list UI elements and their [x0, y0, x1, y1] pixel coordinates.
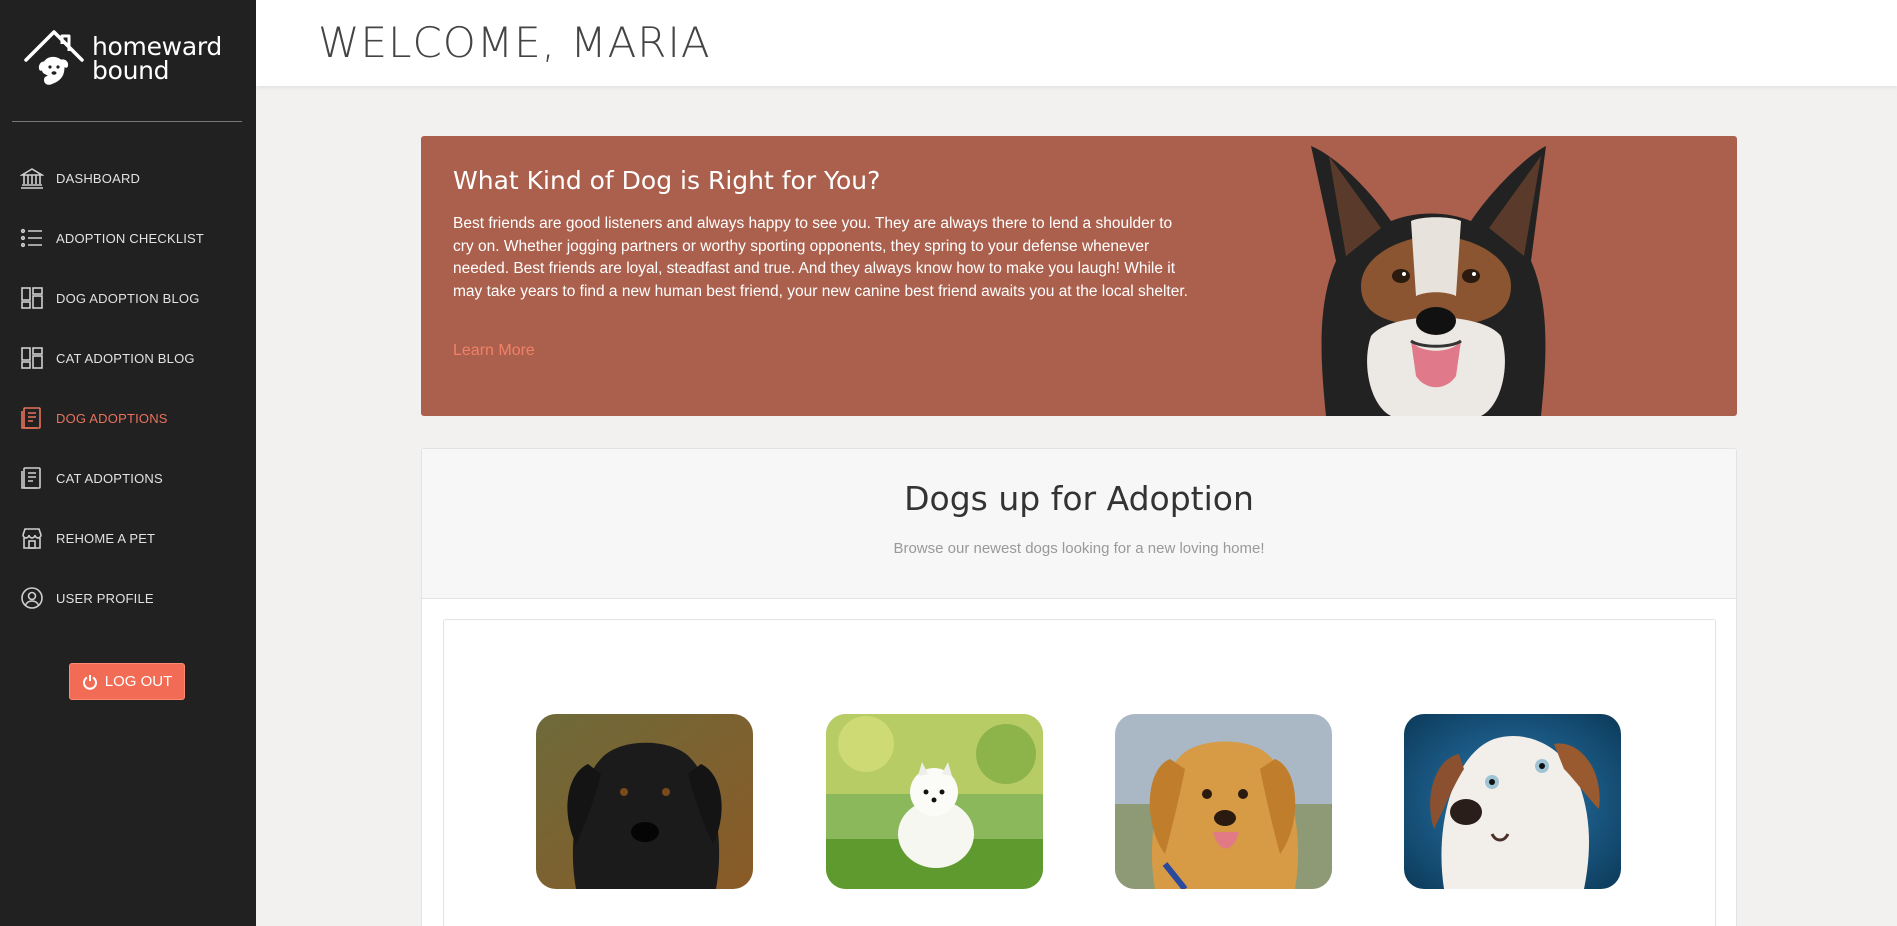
sidebar-item-label: DOG ADOPTIONS — [56, 410, 168, 426]
hero-dog-image — [1311, 146, 1546, 416]
sidebar-item-cat-adoptions[interactable]: CAT ADOPTIONS — [0, 448, 256, 508]
dashboard-grid-icon — [20, 286, 44, 310]
document-icon — [20, 466, 44, 490]
top-header: WELCOME, MARIA — [256, 0, 1897, 86]
brand-name: homeward bound — [92, 34, 222, 85]
sidebar-item-label: CAT ADOPTION BLOG — [56, 350, 195, 366]
sidebar-item-label: DOG ADOPTION BLOG — [56, 290, 200, 306]
power-icon — [82, 674, 97, 690]
learn-more-link[interactable]: Learn More — [453, 342, 535, 360]
logout-button[interactable]: LOG OUT — [69, 663, 185, 700]
sidebar: homeward bound DASHBOARD ADOPTION CHECKL… — [0, 0, 256, 926]
sidebar-item-cat-adoption-blog[interactable]: CAT ADOPTION BLOG — [0, 328, 256, 388]
sidebar-item-label: USER PROFILE — [56, 590, 154, 606]
sidebar-divider — [12, 121, 242, 122]
shop-icon — [20, 526, 44, 550]
page-title: WELCOME, MARIA — [318, 18, 711, 67]
house-dog-logo-icon — [24, 30, 84, 85]
sidebar-item-label: REHOME A PET — [56, 530, 156, 546]
sidebar-item-adoption-checklist[interactable]: ADOPTION CHECKLIST — [0, 208, 256, 268]
document-icon — [20, 406, 44, 430]
dog-photo-surprised-dog[interactable] — [1404, 714, 1621, 889]
dog-photo-black-lab[interactable] — [536, 714, 753, 889]
list-icon — [20, 226, 44, 250]
sidebar-item-label: CAT ADOPTIONS — [56, 470, 163, 486]
dog-photo-golden-puppy[interactable] — [1115, 714, 1332, 889]
sidebar-item-dashboard[interactable]: DASHBOARD — [0, 148, 256, 208]
dashboard-grid-icon — [20, 346, 44, 370]
sidebar-item-label: DASHBOARD — [56, 170, 141, 186]
brand-line-2: bound — [92, 56, 170, 85]
sidebar-nav: DASHBOARD ADOPTION CHECKLIST DOG ADOPTIO… — [0, 148, 256, 628]
brand-logo[interactable]: homeward bound — [22, 26, 232, 92]
sidebar-item-rehome-a-pet[interactable]: REHOME A PET — [0, 508, 256, 568]
dog-photo-white-pomeranian[interactable] — [826, 714, 1043, 889]
hero-body: Best friends are good listeners and alwa… — [453, 215, 1188, 300]
user-circle-icon — [20, 586, 44, 610]
adoption-subtitle: Browse our newest dogs looking for a new… — [893, 540, 1265, 557]
adoption-title: Dogs up for Adoption — [904, 479, 1254, 518]
sidebar-item-user-profile[interactable]: USER PROFILE — [0, 568, 256, 628]
adoption-card-header: Dogs up for Adoption Browse our newest d… — [422, 449, 1736, 599]
hero-banner: What Kind of Dog is Right for You? Best … — [421, 136, 1737, 416]
sidebar-item-label: ADOPTION CHECKLIST — [56, 230, 205, 246]
hero-title: What Kind of Dog is Right for You? — [453, 166, 881, 195]
logout-label: LOG OUT — [104, 673, 173, 690]
bank-icon — [20, 166, 44, 190]
sidebar-item-dog-adoption-blog[interactable]: DOG ADOPTION BLOG — [0, 268, 256, 328]
sidebar-item-dog-adoptions[interactable]: DOG ADOPTIONS — [0, 388, 256, 448]
